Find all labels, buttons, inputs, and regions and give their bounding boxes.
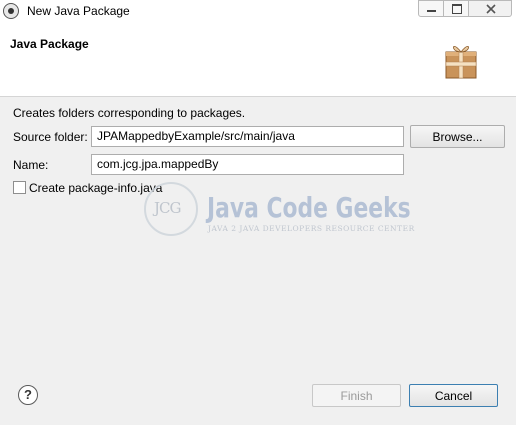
source-folder-label: Source folder:: [13, 130, 88, 144]
close-icon: [486, 4, 496, 14]
title-bar: New Java Package: [0, 0, 516, 22]
wizard-header: Java Package: [0, 22, 516, 97]
page-description: Creates folders corresponding to package…: [13, 106, 246, 120]
package-name-input[interactable]: com.jcg.jpa.mappedBy: [91, 154, 404, 175]
close-button[interactable]: [468, 0, 512, 17]
help-icon[interactable]: ?: [18, 385, 38, 405]
jcg-logo-text: JCG: [154, 199, 182, 217]
package-info-checkbox[interactable]: [13, 181, 26, 194]
browse-button[interactable]: Browse...: [410, 125, 505, 148]
watermark-subtitle: JAVA 2 JAVA DEVELOPERS RESOURCE CENTER: [208, 224, 415, 233]
finish-button[interactable]: Finish: [312, 384, 401, 407]
name-label: Name:: [13, 158, 49, 172]
dialog-window: New Java Package Java Package Creates fo…: [0, 0, 516, 425]
page-title: Java Package: [10, 37, 89, 51]
cancel-button[interactable]: Cancel: [409, 384, 498, 407]
source-folder-input[interactable]: JPAMappedbyExample/src/main/java: [91, 126, 404, 147]
maximize-button[interactable]: [443, 0, 469, 17]
package-icon: [445, 45, 477, 79]
minimize-button[interactable]: [418, 0, 444, 17]
eclipse-icon: [3, 3, 19, 19]
package-info-label[interactable]: Create package-info.java: [29, 181, 162, 195]
window-title: New Java Package: [27, 4, 130, 18]
watermark-title: Java Code Geeks: [207, 191, 411, 224]
jcg-logo: JCG: [144, 182, 198, 236]
